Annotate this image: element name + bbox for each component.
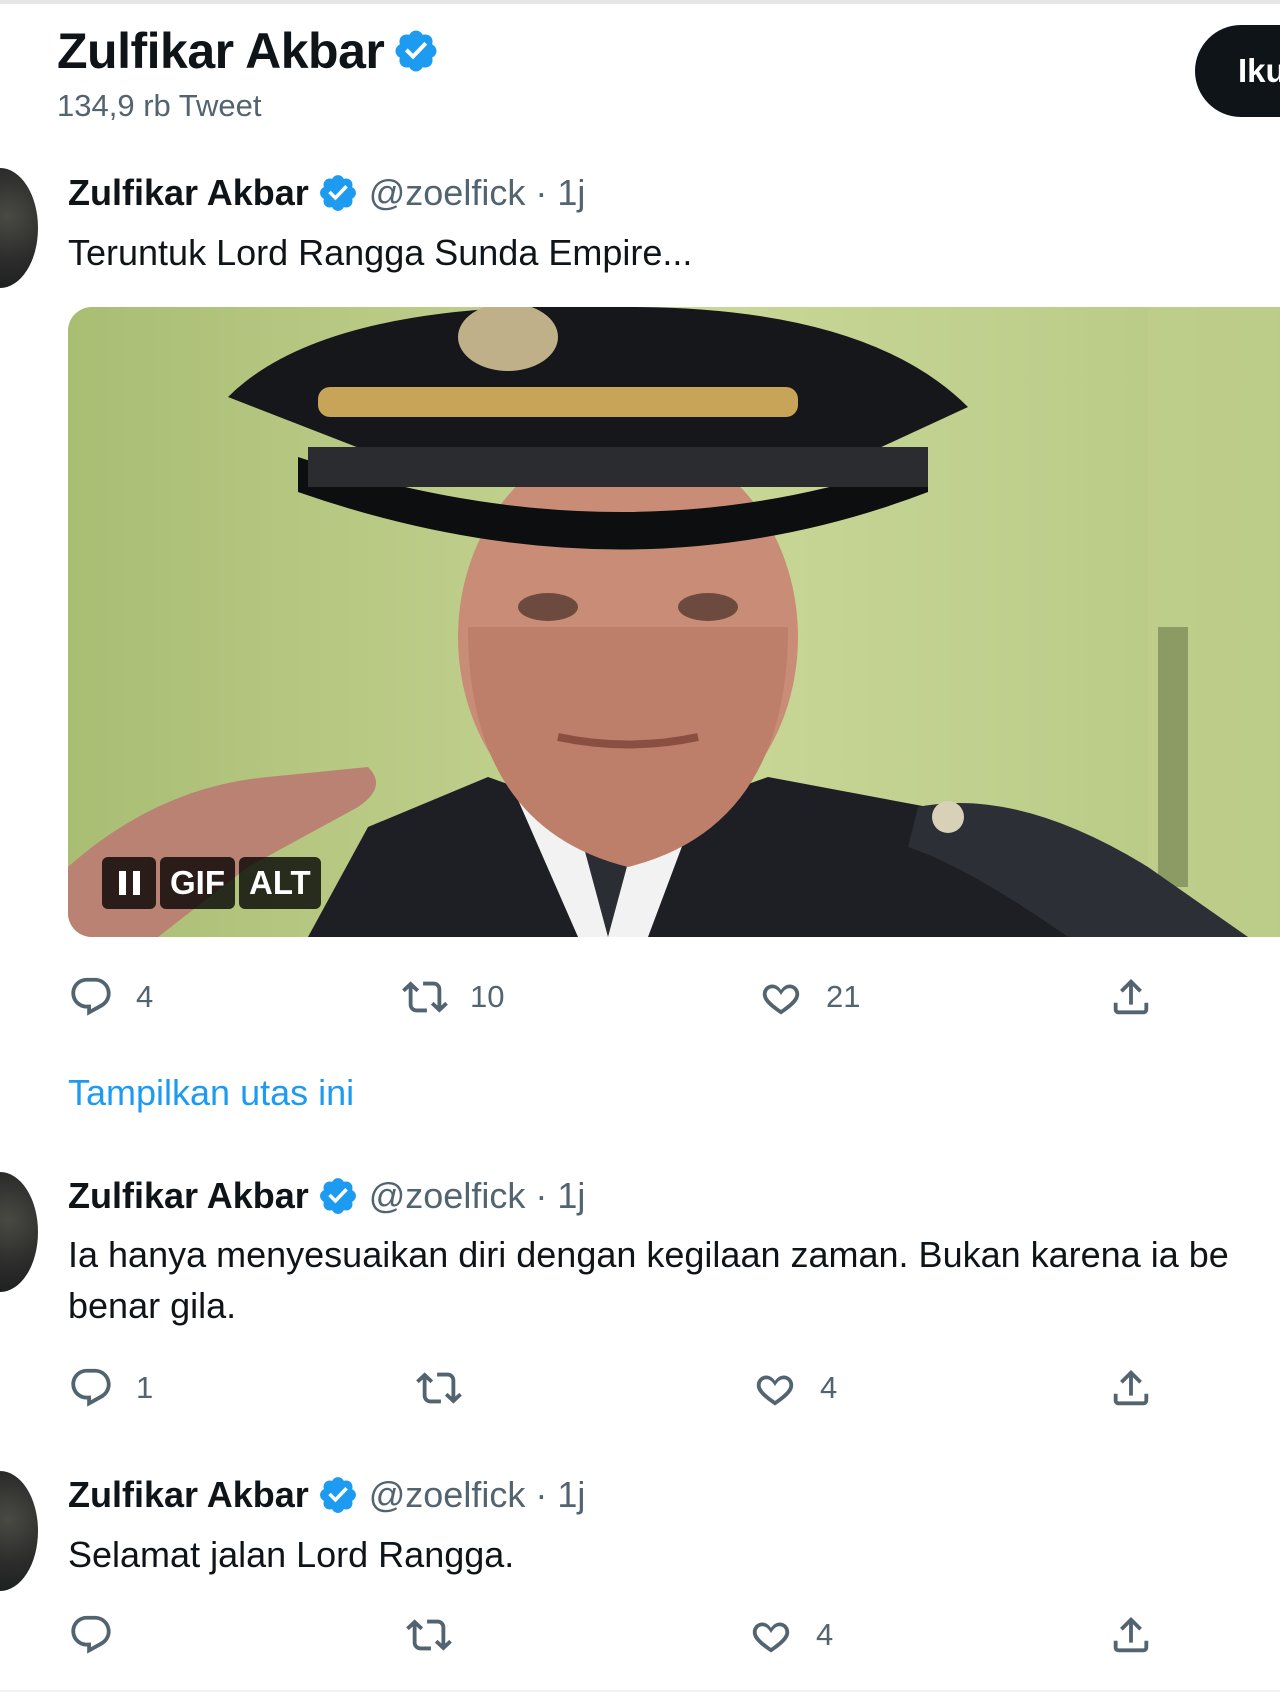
tweet-count: 134,9 rb Tweet xyxy=(57,88,262,123)
share-icon xyxy=(1113,1369,1149,1406)
gif-badge: GIF xyxy=(160,857,235,909)
reply-button[interactable]: 4 xyxy=(68,974,153,1020)
separator-dot: · xyxy=(535,1474,548,1515)
tweet-timestamp[interactable]: 1j xyxy=(557,1474,585,1516)
alt-button[interactable]: ALT xyxy=(239,857,321,909)
tweet-handle[interactable]: @zoelfick xyxy=(369,172,526,214)
top-divider xyxy=(0,0,1280,4)
retweet-count: 10 xyxy=(470,979,505,1014)
heart-icon xyxy=(752,1622,790,1653)
tweet-header: Zulfikar Akbar @zoelfick · 1j xyxy=(68,1175,585,1217)
bottom-divider xyxy=(0,1690,1280,1692)
show-thread-link[interactable]: Tampilkan utas ini xyxy=(68,1072,354,1114)
heart-icon xyxy=(762,984,800,1015)
verified-badge-icon xyxy=(395,30,437,72)
verified-badge-icon xyxy=(319,1477,356,1513)
tweet-author[interactable]: Zulfikar Akbar xyxy=(68,1175,309,1217)
reply-button[interactable] xyxy=(68,1612,136,1658)
tweet-timestamp[interactable]: 1j xyxy=(557,172,585,214)
avatar[interactable] xyxy=(0,1172,38,1292)
retweet-icon xyxy=(416,1372,462,1404)
heart-icon xyxy=(756,1375,794,1406)
gif-controls: GIF ALT xyxy=(102,857,321,909)
avatar[interactable] xyxy=(0,1471,38,1591)
tweet-author[interactable]: Zulfikar Akbar xyxy=(68,172,309,214)
profile-name: Zulfikar Akbar xyxy=(57,23,385,79)
reply-count: 1 xyxy=(136,1370,154,1405)
reply-button[interactable]: 1 xyxy=(68,1365,153,1411)
tweet-handle[interactable]: @zoelfick xyxy=(369,1474,526,1516)
like-count: 4 xyxy=(816,1617,834,1652)
follow-button[interactable]: Iku xyxy=(1195,25,1280,117)
tweet-header: Zulfikar Akbar @zoelfick · 1j xyxy=(68,1474,585,1516)
like-count: 4 xyxy=(820,1370,838,1405)
profile-header-name: Zulfikar Akbar xyxy=(57,22,440,80)
share-icon xyxy=(1113,1616,1149,1653)
retweet-button[interactable] xyxy=(416,1365,484,1411)
tweet-text: Teruntuk Lord Rangga Sunda Empire... xyxy=(68,232,693,273)
reply-icon xyxy=(71,1368,111,1407)
share-icon xyxy=(1113,978,1149,1015)
tweet-text: Selamat jalan Lord Rangga. xyxy=(68,1534,515,1575)
like-button[interactable]: 21 xyxy=(758,974,860,1020)
tweet-text-line: Ia hanya menyesuaikan diri dengan kegila… xyxy=(68,1234,1229,1275)
share-button[interactable] xyxy=(1108,974,1154,1020)
retweet-button[interactable]: 10 xyxy=(402,974,504,1020)
gif-frame-illustration xyxy=(68,307,1280,937)
reply-icon xyxy=(71,977,111,1016)
pause-icon xyxy=(132,871,140,895)
like-button[interactable]: 4 xyxy=(748,1612,833,1658)
profile-timeline: Zulfikar Akbar 134,9 rb Tweet Iku Zulfik… xyxy=(0,0,1280,1706)
like-count: 21 xyxy=(826,979,861,1014)
tweet-text-line: benar gila. xyxy=(68,1285,237,1326)
separator-dot: · xyxy=(535,172,548,213)
retweet-button[interactable] xyxy=(406,1612,474,1658)
avatar[interactable] xyxy=(0,168,38,288)
tweet-gif-media[interactable]: GIF ALT xyxy=(68,307,1280,937)
separator-dot: · xyxy=(535,1175,548,1216)
share-button[interactable] xyxy=(1108,1365,1154,1411)
tweet-author[interactable]: Zulfikar Akbar xyxy=(68,1474,309,1516)
tweet-header: Zulfikar Akbar @zoelfick · 1j xyxy=(68,172,585,214)
pause-icon xyxy=(118,871,126,895)
retweet-icon xyxy=(406,1619,452,1651)
pause-button[interactable] xyxy=(102,857,156,909)
share-button[interactable] xyxy=(1108,1612,1154,1658)
verified-badge-icon xyxy=(319,175,356,211)
reply-count: 4 xyxy=(136,979,154,1014)
reply-icon xyxy=(71,1615,111,1654)
retweet-icon xyxy=(402,981,448,1013)
like-button[interactable]: 4 xyxy=(752,1365,837,1411)
tweet-handle[interactable]: @zoelfick xyxy=(369,1175,526,1217)
verified-badge-icon xyxy=(319,1178,356,1214)
tweet-timestamp[interactable]: 1j xyxy=(557,1175,585,1217)
